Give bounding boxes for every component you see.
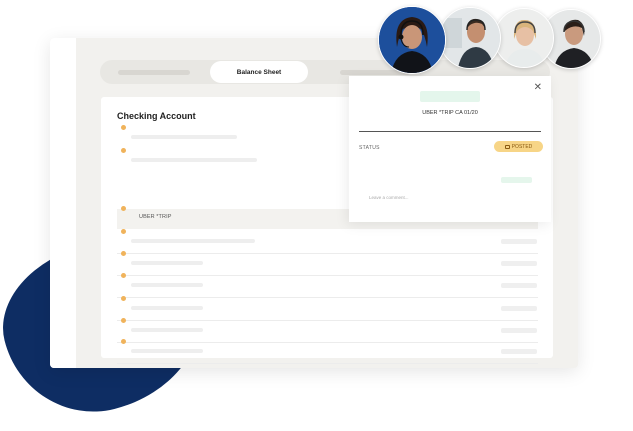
amount-placeholder	[501, 239, 537, 244]
avatar-agent-2-icon	[440, 8, 500, 68]
status-value: POSTED	[511, 143, 533, 150]
close-icon[interactable]: ✕	[534, 82, 542, 93]
list-item[interactable]	[117, 318, 538, 343]
text-placeholder	[131, 306, 203, 310]
status-label: STATUS	[359, 145, 380, 151]
row-label: UBER *TRIP	[139, 214, 172, 220]
list-item[interactable]	[117, 339, 538, 364]
status-dot	[121, 206, 126, 211]
amount-placeholder	[501, 283, 537, 288]
panel-title: Checking Account	[117, 111, 196, 121]
text-placeholder	[131, 239, 255, 243]
list-item[interactable]	[117, 273, 538, 298]
text-placeholder	[131, 349, 203, 353]
amount-placeholder	[501, 177, 532, 183]
amount-placeholder	[501, 306, 537, 311]
transaction-title: UBER *TRIP CA 01/20	[422, 110, 478, 116]
status-dot	[121, 273, 126, 278]
status-badge[interactable]: POSTED	[494, 141, 543, 152]
avatar-agent-1-icon	[379, 7, 445, 73]
amount-placeholder	[501, 349, 537, 354]
comment-input[interactable]: Leave a comment...	[369, 195, 409, 200]
text-placeholder	[131, 135, 237, 139]
list-item[interactable]	[117, 251, 538, 276]
tag-icon	[504, 144, 510, 149]
avatar	[494, 8, 554, 68]
status-dot	[121, 296, 126, 301]
status-dot	[121, 229, 126, 234]
list-item[interactable]	[117, 229, 538, 254]
amount-placeholder	[501, 328, 537, 333]
amount-placeholder	[501, 261, 537, 266]
text-placeholder	[131, 158, 257, 162]
avatar-agent-3-icon	[495, 9, 553, 67]
status-dot	[121, 318, 126, 323]
divider	[359, 131, 541, 132]
amount-placeholder	[420, 91, 480, 102]
text-placeholder	[131, 261, 203, 265]
list-item[interactable]	[117, 296, 538, 321]
avatar	[439, 7, 501, 69]
window-sidebar	[50, 38, 76, 368]
status-dot	[121, 148, 126, 153]
tab-balance-sheet[interactable]: Balance Sheet	[210, 61, 308, 83]
avatar	[378, 6, 446, 74]
status-dot	[121, 125, 126, 130]
status-dot	[121, 339, 126, 344]
tab-placeholder[interactable]	[118, 70, 190, 75]
status-dot	[121, 251, 126, 256]
text-placeholder	[131, 328, 203, 332]
transaction-detail-popover: ✕ UBER *TRIP CA 01/20 STATUS POSTED Leav…	[349, 76, 551, 222]
text-placeholder	[131, 283, 203, 287]
